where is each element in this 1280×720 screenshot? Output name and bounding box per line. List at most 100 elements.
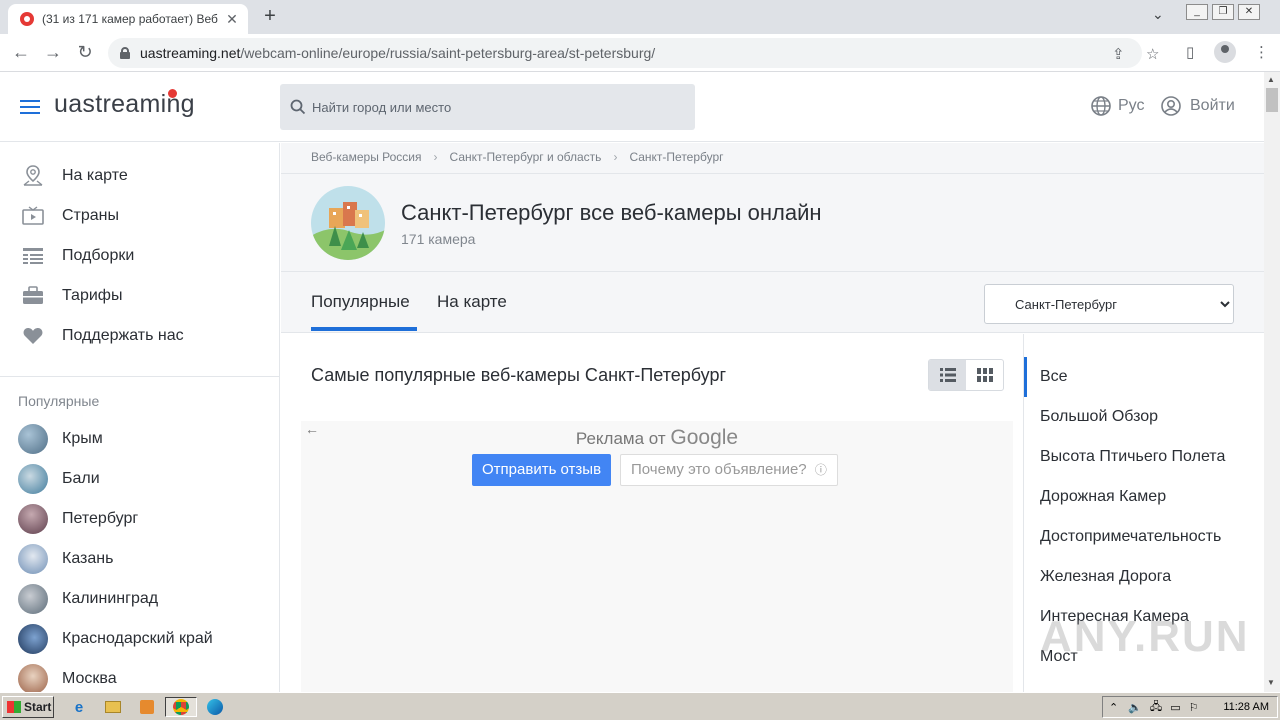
login-button[interactable]: Войти xyxy=(1160,95,1235,117)
scroll-up-icon[interactable]: ▲ xyxy=(1267,75,1275,84)
folder-icon[interactable] xyxy=(102,697,124,717)
bookmark-star-icon[interactable]: ☆ xyxy=(1146,45,1159,63)
popular-item-moscow[interactable]: Москва xyxy=(18,664,117,692)
filter-item[interactable]: Высота Птичьего Полета xyxy=(1040,448,1225,466)
search-icon xyxy=(290,99,306,115)
filter-item[interactable]: Большой Обзор xyxy=(1040,408,1158,426)
reload-icon[interactable]: ↻ xyxy=(74,42,96,62)
back-icon[interactable]: ← xyxy=(10,42,32,62)
ad-feedback-button[interactable]: Отправить отзыв xyxy=(472,454,612,486)
search-input[interactable] xyxy=(312,99,692,115)
breadcrumb: Веб-камеры Россия › Санкт-Петербург и об… xyxy=(311,150,724,164)
flag-icon[interactable]: ⚐ xyxy=(1189,701,1199,714)
avatar xyxy=(18,424,48,454)
hamburger-menu-icon[interactable] xyxy=(20,100,40,114)
page-scrollbar[interactable]: ▲ ▼ xyxy=(1264,72,1280,692)
volume-icon[interactable]: 🔈 xyxy=(1128,701,1142,714)
edge-icon[interactable] xyxy=(204,697,226,717)
tab-title: (31 из 171 камер работает) Веб-ка xyxy=(42,12,218,26)
list-view-button[interactable] xyxy=(929,360,966,390)
language-switcher[interactable]: Рус xyxy=(1090,95,1145,117)
site-header: uastreaming Рус Войти xyxy=(0,72,1264,142)
filter-item[interactable]: Железная Дорога xyxy=(1040,568,1171,586)
sidebar-item-map[interactable]: На карте xyxy=(20,163,128,189)
sidebar-item-support[interactable]: Поддержать нас xyxy=(20,323,184,349)
popular-item-crimea[interactable]: Крым xyxy=(18,424,103,454)
scroll-down-icon[interactable]: ▼ xyxy=(1267,678,1275,687)
popular-item-kaliningrad[interactable]: Калининград xyxy=(18,584,158,614)
avatar xyxy=(18,464,48,494)
avatar xyxy=(18,544,48,574)
popular-item-krasnodar[interactable]: Краснодарский край xyxy=(18,624,213,654)
main-content: Самые популярные веб-камеры Санкт-Петерб… xyxy=(281,334,1023,692)
tray-expand-icon[interactable]: ⌃ xyxy=(1109,701,1118,714)
sidebar-divider xyxy=(0,376,279,377)
left-sidebar: На карте Страны Подборки Тарифы Поддержа… xyxy=(0,143,280,692)
grid-view-button[interactable] xyxy=(966,360,1003,390)
address-bar[interactable]: uastreaming.net/webcam-online/europe/rus… xyxy=(108,38,1159,68)
map-pin-icon xyxy=(20,163,46,189)
watermark-logo: ANY.RUN xyxy=(1040,612,1250,661)
taskbar: Start e ⌃ 🔈 🖧 ▭ ⚐ 11:28 AM xyxy=(0,692,1280,720)
filter-item-all[interactable]: Все xyxy=(1040,368,1068,386)
scrollbar-thumb[interactable] xyxy=(1266,88,1278,112)
camera-count: 171 камера xyxy=(401,231,476,247)
forward-icon[interactable]: → xyxy=(42,42,64,62)
divider xyxy=(281,173,1264,174)
breadcrumb-item[interactable]: Веб-камеры Россия xyxy=(311,150,422,164)
search-box[interactable] xyxy=(280,84,695,130)
popular-item-label: Краснодарский край xyxy=(62,630,213,647)
filter-item[interactable]: Дорожная Камер xyxy=(1040,488,1166,506)
network-icon[interactable]: 🖧 xyxy=(1150,698,1162,717)
ie-icon[interactable]: e xyxy=(68,697,90,717)
page-title: Санкт-Петербург все веб-камеры онлайн xyxy=(401,200,822,225)
minimize-button[interactable]: _ xyxy=(1186,4,1208,20)
maximize-button[interactable]: ❐ xyxy=(1212,4,1234,20)
popular-item-petersburg[interactable]: Петербург xyxy=(18,504,138,534)
display-icon[interactable]: ▭ xyxy=(1170,701,1180,714)
filter-item[interactable]: Достопримечательность xyxy=(1040,528,1221,546)
sidebar-item-label: Тарифы xyxy=(62,287,123,304)
city-header: Веб-камеры Россия › Санкт-Петербург и об… xyxy=(281,143,1264,333)
sidebar-item-countries[interactable]: Страны xyxy=(20,203,119,229)
browser-tabstrip: (31 из 171 камер работает) Веб-ка ✕ + ⌄ … xyxy=(0,0,1280,34)
menu-kebab-icon[interactable]: ⋮ xyxy=(1254,43,1269,61)
city-avatar xyxy=(311,186,385,260)
close-window-button[interactable]: ✕ xyxy=(1238,4,1260,20)
ad-why-button[interactable]: Почему это объявление? ⓘ xyxy=(620,454,838,486)
tab-map[interactable]: На карте xyxy=(437,292,507,312)
avatar xyxy=(18,624,48,654)
lock-icon xyxy=(120,47,130,59)
user-icon xyxy=(1161,96,1181,116)
windows-logo-icon xyxy=(7,701,21,713)
popular-item-bali[interactable]: Бали xyxy=(18,464,100,494)
share-icon[interactable]: ⇪ xyxy=(1112,45,1125,63)
globe-icon xyxy=(1091,96,1111,116)
sidebar-item-collections[interactable]: Подборки xyxy=(20,243,134,269)
site-favicon-icon xyxy=(20,12,34,26)
new-tab-button[interactable]: + xyxy=(258,5,282,28)
sidebar-item-label: Подборки xyxy=(62,247,135,264)
popular-item-label: Бали xyxy=(62,470,100,487)
tab-close-icon[interactable]: ✕ xyxy=(224,11,240,28)
tab-search-icon[interactable]: ⌄ xyxy=(1152,6,1164,23)
browser-tab[interactable]: (31 из 171 камер работает) Веб-ка ✕ xyxy=(8,4,248,34)
breadcrumb-item[interactable]: Санкт-Петербург и область xyxy=(450,150,602,164)
media-player-icon[interactable] xyxy=(136,697,158,717)
ad-label-brand: Google xyxy=(670,426,739,449)
side-panel-icon[interactable]: ▯ xyxy=(1186,43,1194,61)
chevron-right-icon: › xyxy=(433,150,438,164)
start-button[interactable]: Start xyxy=(2,696,54,718)
chrome-icon[interactable] xyxy=(165,697,197,717)
ad-why-label: Почему это объявление? xyxy=(631,461,807,478)
system-tray: ⌃ 🔈 🖧 ▭ ⚐ 11:28 AM xyxy=(1102,696,1278,718)
url-text: uastreaming.net/webcam-online/europe/rus… xyxy=(140,45,656,61)
city-select[interactable]: Санкт-Петербург xyxy=(984,284,1234,324)
popular-item-kazan[interactable]: Казань xyxy=(18,544,113,574)
sidebar-item-tariffs[interactable]: Тарифы xyxy=(20,283,122,309)
tab-popular[interactable]: Популярные xyxy=(311,292,410,312)
profile-avatar-icon[interactable] xyxy=(1214,41,1236,63)
active-filter-indicator xyxy=(1024,357,1027,397)
logo-dot-icon xyxy=(168,89,177,98)
login-label: Войти xyxy=(1190,97,1235,114)
